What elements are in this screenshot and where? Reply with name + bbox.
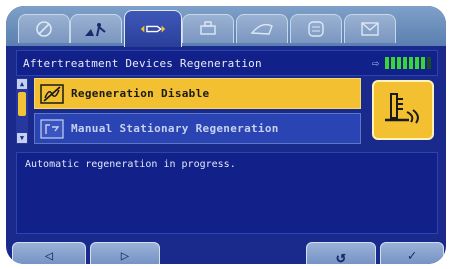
message-icon [361, 22, 379, 36]
exhaust-icon [140, 25, 166, 33]
scroll-thumb[interactable] [18, 92, 26, 116]
exhaust-regeneration-icon [372, 80, 434, 140]
engine-icon [200, 21, 216, 35]
display-screen: Aftertreatment Devices Regeneration ⇨ ▲ … [6, 6, 446, 264]
service-icon [85, 23, 106, 37]
scroll-down-icon[interactable]: ▼ [17, 133, 27, 143]
tab-service[interactable] [70, 14, 122, 43]
menu-scrollbar[interactable]: ▲ ▼ [16, 78, 28, 144]
menu-item-label: Manual Stationary Regeneration [71, 122, 279, 135]
tab-display[interactable] [290, 14, 342, 43]
confirm-button[interactable]: ✓ [380, 242, 444, 264]
previous-button[interactable]: ◁ [12, 242, 86, 264]
exhaust-flow-icon: ⇨ [371, 56, 379, 70]
regeneration-level-meter: ⇨ [372, 56, 431, 70]
regen-disable-icon [39, 83, 65, 105]
back-button[interactable]: ↺ [306, 242, 376, 264]
gauge-icon [36, 21, 52, 37]
display-bezel: Aftertreatment Devices Regeneration ⇨ ▲ … [0, 0, 452, 269]
scroll-up-icon[interactable]: ▲ [17, 79, 27, 89]
right-arrow-icon: ▷ [120, 248, 130, 264]
check-icon: ✓ [407, 248, 417, 264]
menu-item-manual-stationary-regeneration[interactable]: Manual Stationary Regeneration [34, 113, 361, 144]
status-message-panel: Automatic regeneration in progress. [16, 152, 438, 234]
status-message: Automatic regeneration in progress. [25, 159, 236, 170]
tab-gauges[interactable] [18, 14, 70, 43]
menu-item-label: Regeneration Disable [71, 87, 210, 100]
tab-messages[interactable] [344, 14, 396, 43]
page-title: Aftertreatment Devices Regeneration [23, 56, 262, 70]
menu-area: ▲ ▼ Regeneration Disable Manual Stationa… [16, 78, 436, 146]
display-icon [308, 21, 324, 37]
tab-engine[interactable] [182, 14, 234, 43]
left-arrow-icon: ◁ [44, 248, 54, 264]
back-icon: ↺ [336, 246, 346, 265]
manual-regen-icon [39, 118, 65, 140]
machine-icon [250, 23, 273, 35]
menu-item-regeneration-disable[interactable]: Regeneration Disable [34, 78, 361, 109]
tab-machine[interactable] [236, 14, 288, 43]
tab-aftertreatment[interactable] [124, 10, 182, 47]
tab-strip [6, 6, 446, 47]
next-button[interactable]: ▷ [90, 242, 160, 264]
page-header: Aftertreatment Devices Regeneration ⇨ [16, 50, 438, 76]
